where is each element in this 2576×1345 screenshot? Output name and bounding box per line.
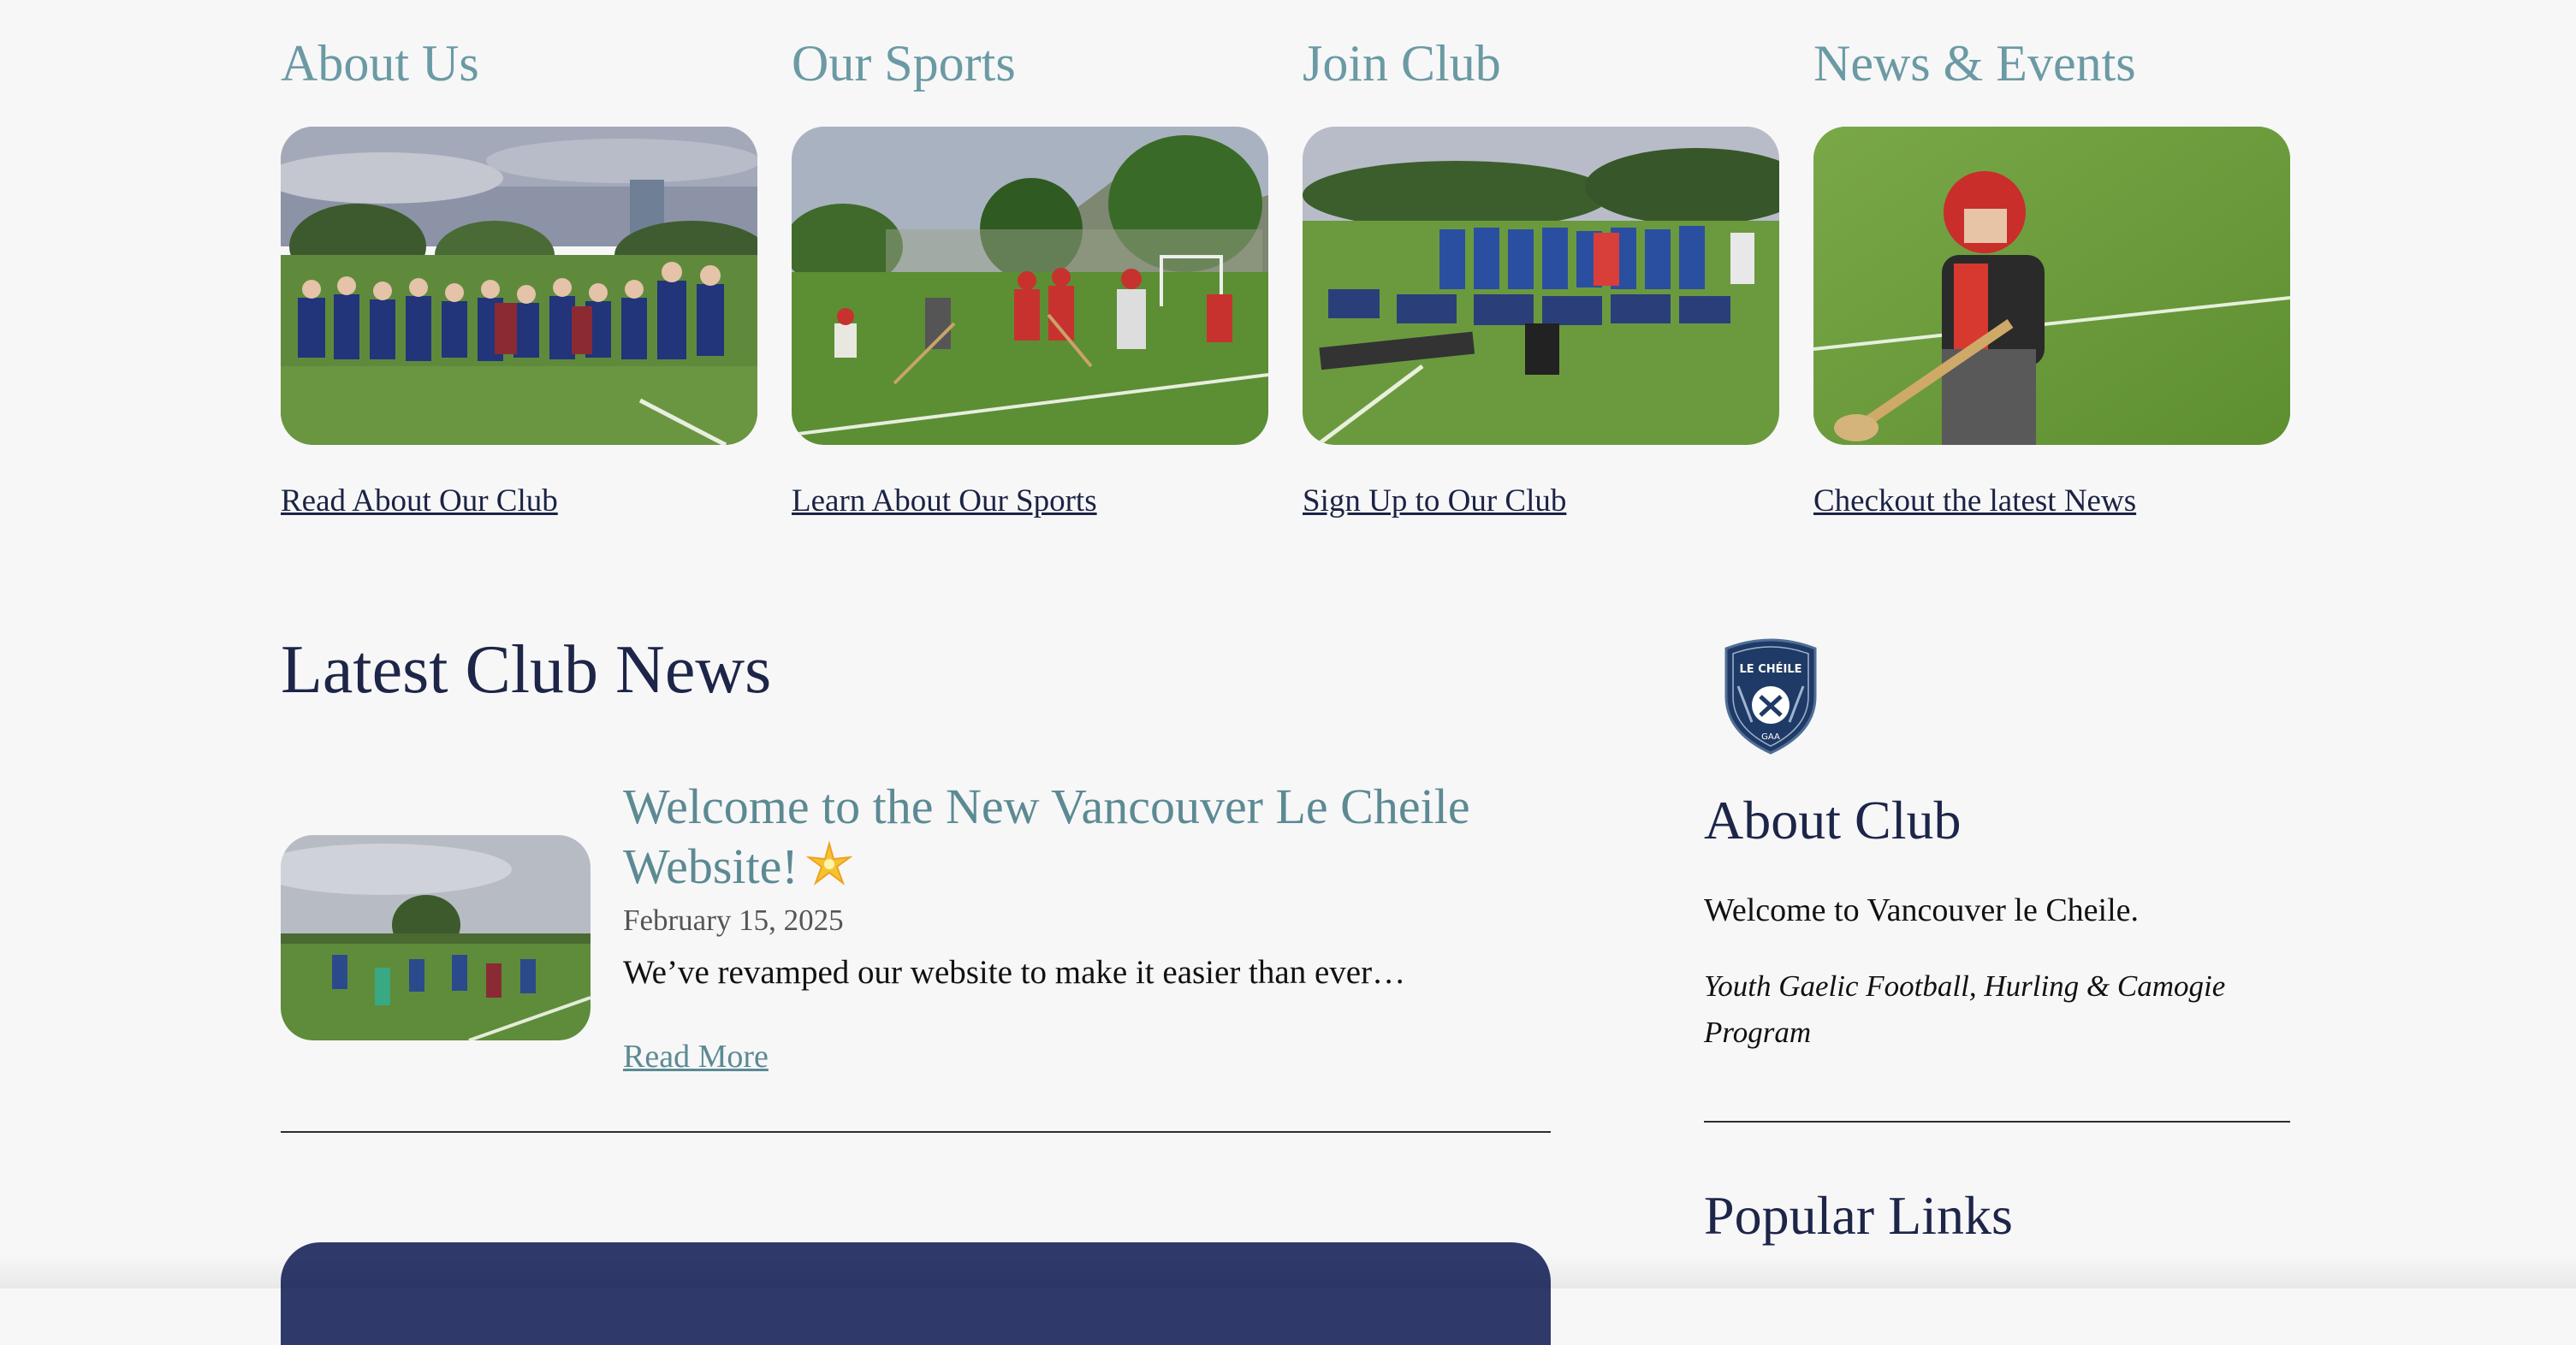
feature-row: About Us Read About Our Club Our Sports … [281,26,2290,519]
about-club-heading: About Club [1704,790,1962,850]
feature-about-us: About Us Read About Our Club [281,26,757,519]
sparkle-star-icon [805,840,853,888]
article-excerpt: We’ve revamped our website to make it ea… [623,954,1406,991]
feature-title: About Us [281,35,479,92]
kids-group-photo[interactable] [1303,127,1779,445]
popular-links-heading: Popular Links [1704,1185,2013,1246]
crest-text: LE CHÉILE [1740,662,1802,676]
crest-sub: GAA [1761,732,1780,742]
feature-news-events: News & Events Checkout the latest News [1813,26,2290,519]
latest-news-heading: Latest Club News [281,632,772,708]
bottom-shadow [0,1254,2576,1289]
article-title[interactable]: Welcome to the New Vancouver Le Cheile W… [623,777,1547,897]
welcome-text: Welcome to Vancouver le Cheile. [1704,892,2140,928]
feature-title: Our Sports [792,35,1016,92]
article-date: February 15, 2025 [623,904,844,937]
article-title-text[interactable]: Welcome to the New Vancouver Le Cheile W… [623,779,1470,894]
sign-up-club-link[interactable]: Sign Up to Our Club [1303,483,1779,519]
article-body: Welcome to the New Vancouver Le Cheile W… [623,777,1547,1075]
feature-title: News & Events [1813,35,2136,92]
feature-our-sports: Our Sports Learn About Our Sports [792,26,1268,519]
latest-news-link[interactable]: Checkout the latest News [1813,483,2290,519]
team-photo[interactable] [281,127,757,445]
learn-about-sports-link[interactable]: Learn About Our Sports [792,483,1268,519]
sidebar-divider [1704,1121,2290,1123]
club-crest-logo: LE CHÉILE GAA [1724,638,1817,755]
article-thumbnail[interactable] [281,835,591,1040]
read-more-link[interactable]: Read More [623,1038,769,1075]
read-about-club-link[interactable]: Read About Our Club [281,483,757,519]
divider [281,1131,1551,1133]
feature-title: Join Club [1303,35,1501,92]
hurling-player-photo[interactable] [1813,127,2290,445]
feature-join-club: Join Club Sign Up to Our Club [1303,26,1779,519]
program-tagline: Youth Gaelic Football, Hurling & Camogie… [1704,969,2226,1049]
hurling-game-photo[interactable] [792,127,1268,445]
